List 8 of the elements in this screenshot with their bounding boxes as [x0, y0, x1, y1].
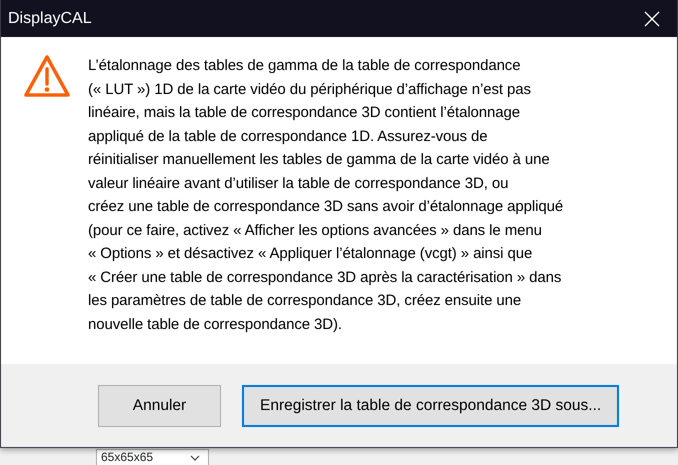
chevron-down-icon	[190, 454, 200, 462]
warning-message: L’étalonnage des tables de gamma de la table de correspondance (« LUT ») 1D de la carte vidéo du périphérique d’affichage n’est pas linéaire, mais la table de correspondance 3D contient l’étalonnage appliqué de la table de correspondance 1D. Assurez-vous de réinitialiser manuellement les tables de gamma de la carte vidéo à une valeur linéaire avant d’utiliser la table de correspondance 3D, ou créez une table de correspondance 3D sans avoir d’étalonnage appliqué (pour ce faire, activez « Afficher les options avancées » dans le menu « Options » et désactivez « Appliquer l’étalonnage (vcgt) » ainsi que « Créer une table de correspondance 3D après la caractérisation » dans les paramètres de table de correspondance 3D, créez ensuite une nouvelle table de correspondance 3D).	[88, 56, 564, 334]
resolution-dropdown[interactable]: 65x65x65	[96, 449, 209, 465]
warning-icon	[23, 54, 71, 98]
window-title: DisplayCAL	[8, 8, 92, 28]
close-icon[interactable]	[644, 10, 660, 26]
save-button[interactable]: Enregistrer la table de correspondance 3D sous...	[242, 384, 620, 426]
cancel-button[interactable]: Annuler	[98, 384, 221, 426]
